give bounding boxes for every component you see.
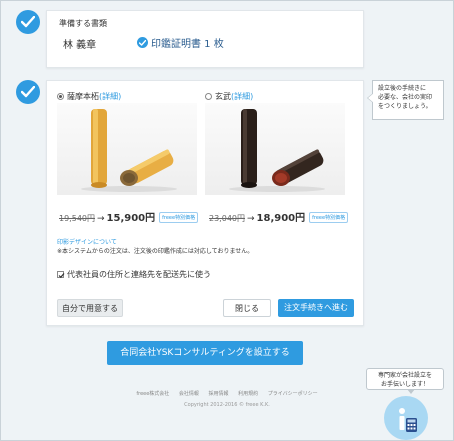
footer-link-company[interactable]: freee株式会社 [136, 391, 169, 397]
old-price: 23,040円 [209, 214, 245, 223]
document-check-icon [137, 37, 148, 48]
tooltip-line: 設立後の手続きに [378, 85, 427, 92]
step1-check-icon [16, 10, 40, 34]
use-address-checkbox-row[interactable]: 代表社員の住所と連絡先を配送先に使う [57, 269, 211, 280]
help-line: 専門家が会社設立を [377, 372, 432, 379]
special-price-badge: freee特別価格 [309, 212, 349, 223]
new-price: 15,900円 [106, 213, 156, 224]
use-address-checkbox[interactable] [57, 271, 65, 279]
seal-option-satsuma[interactable]: 薩摩本柘(詳細) [57, 91, 121, 102]
help-line: お手伝いします！ [380, 381, 429, 388]
tooltip-line: 必要な、会社の実印 [378, 94, 433, 101]
documents-card: 準備する書類 林 義章 印鑑証明書 1 枚 [46, 10, 364, 68]
self-prepare-button[interactable]: 自分で用意する [57, 299, 123, 317]
footer-link-terms[interactable]: 利用規約 [238, 391, 258, 397]
special-price-badge: freee特別価格 [159, 212, 199, 223]
detail-link[interactable]: (詳細) [99, 92, 121, 101]
price-satsuma: 19,540円 → 15,900円 freee特別価格 [59, 209, 199, 224]
step2-check-icon [16, 80, 40, 104]
seal-tooltip: 設立後の手続きに 必要な、会社の実印 をつくりましょう。 [367, 80, 444, 120]
detail-link[interactable]: (詳細) [231, 92, 253, 101]
option-name: 薩摩本柘 [67, 92, 99, 101]
arrow: → [97, 214, 105, 224]
old-price: 19,540円 [59, 214, 95, 223]
new-price: 18,900円 [256, 213, 306, 224]
expert-help-button[interactable] [384, 396, 428, 440]
seal-photo-satsuma [57, 103, 197, 195]
radio-satsuma[interactable] [57, 93, 64, 100]
footer-link-info[interactable]: 会社情報 [179, 391, 199, 397]
order-notice: ※本システムからの注文は、注文後の印鑑作成には対応しておりません。 [57, 248, 254, 255]
boxwood-seal-image [81, 109, 177, 192]
representative-name: 林 義章 [63, 40, 97, 51]
seal-design-link[interactable]: 印影デザインについて [57, 237, 117, 246]
footer-link-careers[interactable]: 採用情報 [209, 391, 229, 397]
black-buffalo-seal-image [229, 109, 325, 192]
seal-option-genbu[interactable]: 玄武(詳細) [205, 91, 253, 102]
arrow: → [247, 214, 255, 224]
documents-label: 準備する書類 [59, 19, 107, 28]
seal-photo-genbu [205, 103, 345, 195]
seal-order-card: 薩摩本柘(詳細) 19,540円 → 15,900円 freee特別価格 玄武(詳細) [46, 80, 364, 326]
checkbox-label: 代表社員の住所と連絡先を配送先に使う [67, 270, 211, 279]
option-name: 玄武 [215, 92, 231, 101]
footer-link-privacy[interactable]: プライバシーポリシー [268, 391, 318, 397]
help-bubble[interactable]: 専門家が会社設立を お手伝いします！ [366, 368, 444, 394]
advisor-calculator-icon [399, 408, 417, 432]
close-button[interactable]: 閉じる [223, 299, 271, 317]
establish-company-button[interactable]: 合同会社YSKコンサルティングを設立する [107, 341, 303, 365]
document-item: 印鑑証明書 1 枚 [151, 39, 224, 50]
tooltip-line: をつくりましょう。 [378, 103, 432, 110]
price-genbu: 23,040円 → 18,900円 freee特別価格 [209, 209, 349, 224]
proceed-order-button[interactable]: 注文手続きへ進む [278, 299, 354, 317]
radio-genbu[interactable] [205, 93, 212, 100]
